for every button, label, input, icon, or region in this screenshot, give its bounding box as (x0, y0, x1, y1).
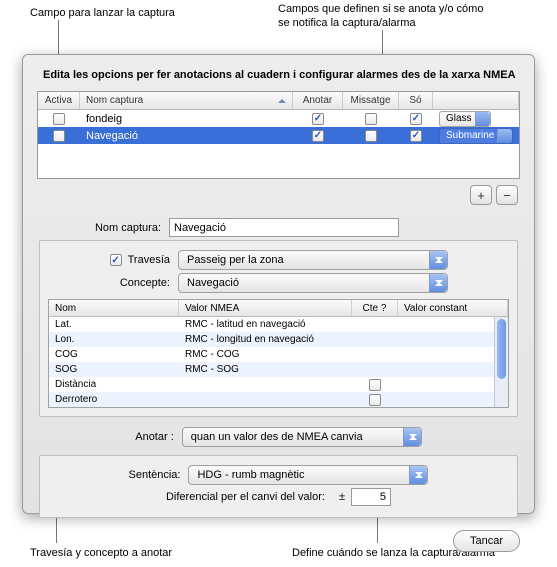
missatge-checkbox[interactable] (365, 130, 377, 142)
remove-button[interactable]: − (496, 185, 518, 205)
label-nom: Nom captura: (39, 222, 169, 234)
values-table[interactable]: Nom Valor NMEA Cte ? Valor constant Lat.… (48, 299, 509, 408)
scrollbar-thumb[interactable] (497, 319, 506, 379)
activa-checkbox[interactable] (53, 113, 65, 125)
col2-nom[interactable]: Nom (49, 300, 179, 316)
anotar-select[interactable]: quan un valor des de NMEA canvia (182, 427, 422, 447)
col-missatge[interactable]: Missatge (343, 92, 399, 109)
plus-minus: ± (339, 491, 345, 503)
label-sentencia: Sentència: (129, 469, 189, 481)
col2-cte[interactable]: Cte ? (352, 300, 398, 316)
nom-input[interactable] (169, 218, 399, 237)
col2-const[interactable]: Valor constant (398, 300, 508, 316)
scrollbar[interactable] (494, 317, 508, 407)
cte-checkbox[interactable] (369, 394, 381, 406)
table-header: Activa Nom captura Anotar Missatge Só (38, 92, 519, 110)
close-button[interactable]: Tancar (453, 530, 520, 552)
activa-checkbox[interactable] (53, 130, 65, 142)
concepte-select[interactable]: Navegació (178, 273, 448, 293)
travesia-select[interactable]: Passeig per la zona (178, 250, 448, 270)
sentencia-select[interactable]: HDG - rumb magnètic (188, 465, 428, 485)
group-travesia-concepte: Travesía Passeig per la zona Concepte: N… (39, 240, 518, 417)
table-row[interactable]: Navegació Submarine (38, 127, 519, 144)
so-checkbox[interactable] (410, 130, 422, 142)
missatge-checkbox[interactable] (365, 113, 377, 125)
label-concepte: Concepte: (48, 277, 178, 289)
travesia-checkbox[interactable] (110, 254, 122, 266)
col-sound-select (433, 92, 519, 109)
col-so[interactable]: Só (399, 92, 433, 109)
col2-val[interactable]: Valor NMEA (179, 300, 352, 316)
callout-top-right: Campos que definen si se anota y/o cómo … (278, 2, 483, 31)
so-checkbox[interactable] (410, 113, 422, 125)
row-name: fondeig (80, 110, 293, 127)
label-anotar: Anotar : (135, 431, 182, 443)
table-row[interactable]: fondeig Glass (38, 110, 519, 127)
sound-select[interactable]: Glass (439, 111, 491, 127)
add-button[interactable]: + (470, 185, 492, 205)
label-diferencial: Diferencial per el canvi del valor: (166, 491, 333, 503)
callout-top-left: Campo para lanzar la captura (30, 6, 175, 20)
anotar-checkbox[interactable] (312, 130, 324, 142)
col-nom[interactable]: Nom captura (80, 92, 293, 109)
row-name: Navegació (80, 127, 293, 144)
col-anotar[interactable]: Anotar (293, 92, 343, 109)
anotar-checkbox[interactable] (312, 113, 324, 125)
dialog-title: Edita les opcions per fer anotacions al … (43, 69, 520, 81)
diferencial-input[interactable] (351, 488, 391, 506)
captures-table[interactable]: Activa Nom captura Anotar Missatge Só fo… (37, 91, 520, 179)
label-travesia: Travesía (128, 254, 170, 266)
col-activa[interactable]: Activa (38, 92, 80, 109)
dialog-window: Edita les opcions per fer anotacions al … (22, 54, 535, 514)
sound-select[interactable]: Submarine (439, 128, 513, 144)
cte-checkbox[interactable] (369, 379, 381, 391)
